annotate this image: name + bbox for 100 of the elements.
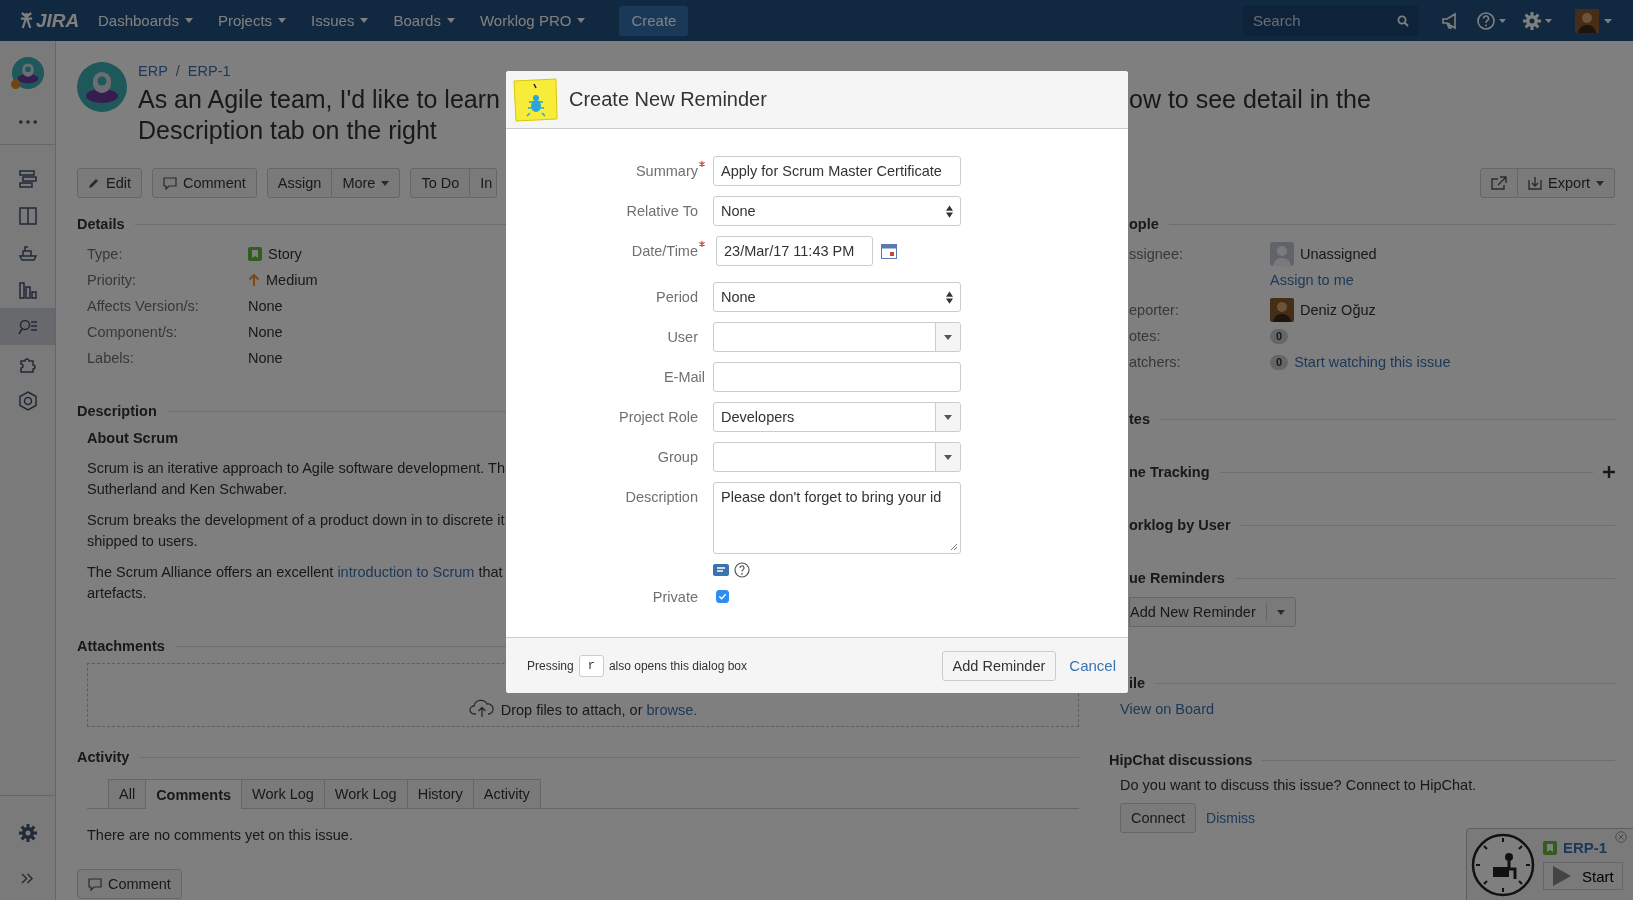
- text-area[interactable]: Please don't forget to bring your id: [713, 482, 961, 554]
- dismiss-link[interactable]: Dismiss: [1206, 810, 1255, 826]
- caret-icon: [278, 18, 287, 23]
- activity-tab[interactable]: History: [406, 779, 474, 808]
- description-paragraph: Scrum breaks the development of a product down in to discrete it shipped to users.: [87, 511, 505, 551]
- field-label: E-Mail: [663, 368, 705, 387]
- nav-menu[interactable]: Issues: [303, 12, 377, 29]
- start-button[interactable]: Start: [1543, 862, 1623, 890]
- export-button[interactable]: Export: [1518, 168, 1615, 198]
- clock-drawing: [1471, 833, 1535, 897]
- caret-icon: [381, 180, 390, 186]
- project-avatar[interactable]: [10, 56, 45, 90]
- view-on-board-link[interactable]: View on Board: [1120, 701, 1215, 717]
- bar-chart-icon: [17, 279, 38, 300]
- activity-tab[interactable]: All: [108, 779, 147, 808]
- download-icon: [1528, 176, 1543, 190]
- caret-icon: [360, 18, 369, 23]
- comment-button[interactable]: Comment: [77, 869, 182, 899]
- search-field[interactable]: Search: [1243, 5, 1419, 36]
- field-label: atchers:: [1129, 353, 1182, 372]
- up-down-icon: [946, 290, 953, 304]
- activity-tab[interactable]: Comments: [145, 779, 243, 809]
- checkbox[interactable]: [716, 590, 729, 603]
- date-field[interactable]: 23/Mar/17 11:43 PM: [716, 236, 873, 266]
- add-new-reminder-button[interactable]: Add New Reminder: [1130, 603, 1267, 621]
- combo-field[interactable]: Developers: [713, 402, 961, 432]
- caret-icon: [944, 334, 952, 340]
- rows-icon: [17, 168, 38, 189]
- avatar-icon: [1270, 242, 1294, 266]
- sidebar-item[interactable]: [0, 308, 55, 345]
- field-value: Story: [268, 245, 302, 264]
- settings-icon[interactable]: [17, 823, 38, 843]
- breadcrumb-link[interactable]: ERP: [138, 62, 168, 80]
- required-icon: [699, 241, 705, 247]
- user-avatar[interactable]: [1575, 8, 1613, 33]
- caret-icon: [1596, 180, 1604, 186]
- assign-to-me-link[interactable]: Assign to me: [1270, 267, 1615, 293]
- expand-icon[interactable]: [21, 873, 34, 884]
- share-button[interactable]: [1480, 168, 1519, 198]
- activity-tab[interactable]: Work Log: [241, 779, 325, 808]
- sticky-note-icon: [512, 77, 558, 122]
- section-heading: ne Tracking: [1129, 463, 1210, 481]
- activity-tab[interactable]: Work Log: [323, 779, 408, 808]
- nav-menu[interactable]: Projects: [209, 12, 295, 29]
- field-label: eporter:: [1129, 301, 1180, 320]
- select-field[interactable]: None: [713, 196, 961, 226]
- section-heading: Details: [77, 215, 125, 233]
- project-avatar: [77, 62, 127, 112]
- select-field[interactable]: None: [713, 282, 961, 312]
- up-down-icon: [946, 204, 953, 218]
- section-heading: tes: [1129, 410, 1150, 428]
- text-format-icon[interactable]: [713, 564, 729, 576]
- field-label: Affects Version/s:: [87, 297, 200, 316]
- caret-icon: [184, 18, 193, 23]
- section-heading: Activity: [77, 748, 130, 766]
- close-icon[interactable]: [1615, 831, 1627, 843]
- combo-field[interactable]: [713, 322, 961, 352]
- help-icon[interactable]: [1477, 10, 1507, 31]
- watcher-count: 0: [1270, 354, 1289, 370]
- text-field[interactable]: [713, 362, 961, 392]
- help-icon[interactable]: [734, 562, 750, 578]
- combo-field[interactable]: [713, 442, 961, 472]
- nav-menu[interactable]: Worklog PRO: [471, 12, 594, 29]
- to-do-button[interactable]: To Do: [410, 168, 471, 198]
- connect-button[interactable]: Connect: [1120, 803, 1196, 833]
- field-label: Type:: [87, 245, 124, 264]
- checkmark-icon: [718, 592, 727, 601]
- breadcrumb-link[interactable]: ERP-1: [187, 62, 231, 80]
- assign-button[interactable]: Assign: [266, 168, 333, 198]
- story-icon: [248, 247, 262, 261]
- workflow-button[interactable]: In: [470, 168, 498, 198]
- text-link[interactable]: introduction to Scrum: [337, 564, 475, 580]
- issue-link[interactable]: ERP-1: [1563, 839, 1608, 856]
- settings-icon[interactable]: [1523, 10, 1553, 31]
- watch-link[interactable]: Start watching this issue: [1294, 349, 1451, 375]
- hipchat-message: Do you want to discuss this issue? Connect to HipChat.: [1120, 777, 1478, 793]
- caret-icon[interactable]: [1276, 609, 1285, 615]
- plus-icon[interactable]: [1603, 466, 1615, 478]
- field-label: Labels:: [87, 349, 135, 368]
- logo-text: JIRA: [36, 9, 80, 32]
- more-button[interactable]: More: [332, 168, 401, 198]
- nav-menu[interactable]: Boards: [385, 12, 463, 29]
- calendar-icon[interactable]: [881, 243, 897, 259]
- browse-link[interactable]: browse.: [646, 702, 698, 718]
- add-reminder-split-button[interactable]: Add New Reminder: [1129, 597, 1296, 627]
- jira-logo[interactable]: JIRA: [19, 9, 81, 32]
- dialog-title: Create New Reminder: [569, 88, 767, 111]
- field-label: otes:: [1129, 327, 1162, 346]
- activity-tab[interactable]: Activity: [472, 779, 541, 808]
- caret-icon: [446, 18, 455, 23]
- edit-button[interactable]: Edit: [77, 168, 142, 198]
- create-button[interactable]: Create: [619, 5, 689, 36]
- field-label: Relative To: [626, 202, 698, 221]
- issue-title: Description tab on the right: [138, 115, 438, 146]
- text-field[interactable]: Apply for Scrum Master Certificate: [713, 156, 961, 186]
- more-icon[interactable]: [18, 120, 37, 124]
- add-reminder-button[interactable]: Add Reminder: [941, 650, 1057, 681]
- comment-button[interactable]: Comment: [152, 168, 257, 198]
- field-label: ssignee:: [1129, 245, 1184, 264]
- nav-menu[interactable]: Dashboards: [90, 12, 201, 29]
